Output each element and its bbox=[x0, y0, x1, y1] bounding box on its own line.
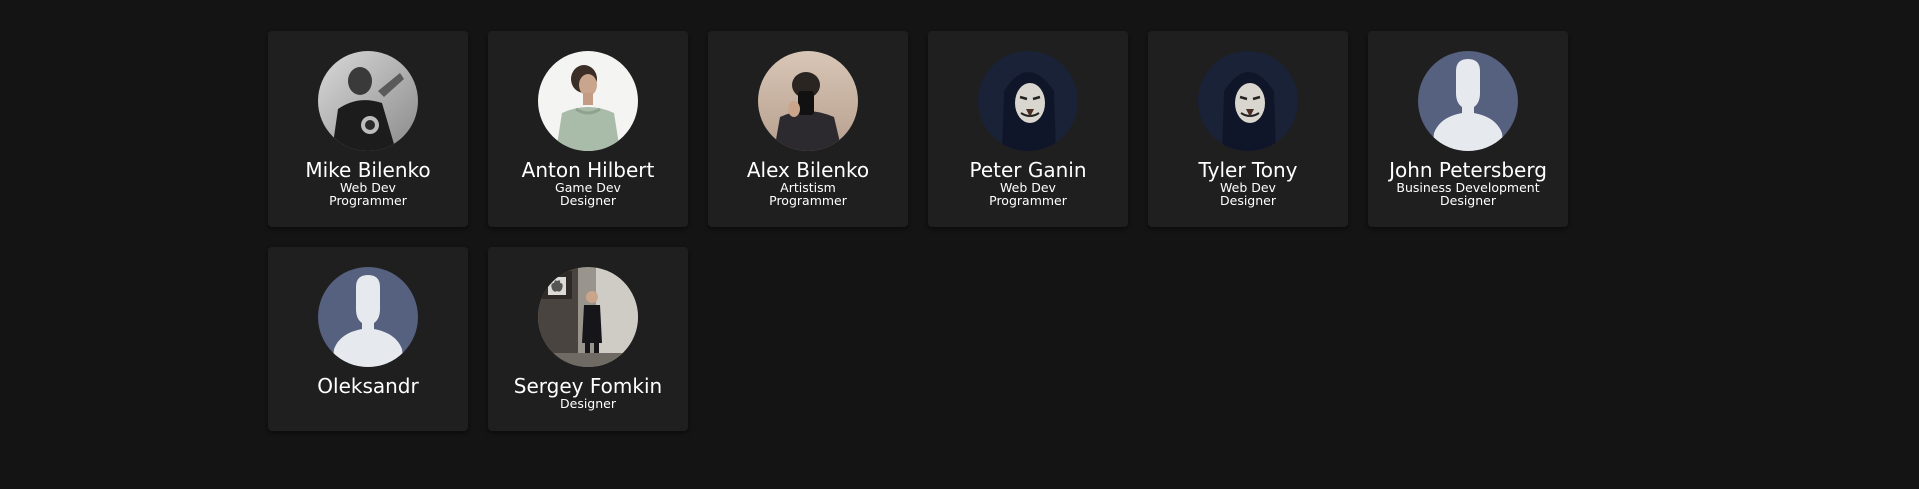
anonymous-mask-icon bbox=[978, 51, 1078, 151]
default-user-icon bbox=[318, 267, 418, 367]
member-name: Peter Ganin bbox=[969, 158, 1087, 182]
avatar bbox=[1418, 51, 1518, 151]
team-card-anton-hilbert[interactable]: Anton Hilbert Game Dev Designer bbox=[488, 31, 688, 227]
team-card-tyler-tony[interactable]: Tyler Tony Web Dev Designer bbox=[1148, 31, 1348, 227]
team-card-alex-bilenko[interactable]: Alex Bilenko Artistism Programmer bbox=[708, 31, 908, 227]
avatar bbox=[538, 51, 638, 151]
member-name: Tyler Tony bbox=[1198, 158, 1298, 182]
team-card-sergey-fomkin[interactable]: Sergey Fomkin Designer bbox=[488, 247, 688, 431]
avatar bbox=[538, 267, 638, 367]
photo-man-near-apple-store-icon bbox=[538, 267, 638, 367]
team-card-peter-ganin[interactable]: Peter Ganin Web Dev Programmer bbox=[928, 31, 1128, 227]
avatar bbox=[978, 51, 1078, 151]
anonymous-mask-icon bbox=[1198, 51, 1298, 151]
team-grid: Mike Bilenko Web Dev Programmer Anton Hi… bbox=[268, 31, 1588, 443]
member-name: John Petersberg bbox=[1389, 158, 1547, 182]
member-role: Programmer bbox=[989, 193, 1067, 208]
member-name: Oleksandr bbox=[317, 374, 419, 398]
avatar bbox=[318, 267, 418, 367]
photo-man-looking-up-icon bbox=[538, 51, 638, 151]
member-name: Mike Bilenko bbox=[305, 158, 431, 182]
member-name: Sergey Fomkin bbox=[513, 374, 663, 398]
member-role: Programmer bbox=[769, 193, 847, 208]
member-role: Programmer bbox=[329, 193, 407, 208]
avatar bbox=[1198, 51, 1298, 151]
avatar bbox=[318, 51, 418, 151]
team-card-mike-bilenko[interactable]: Mike Bilenko Web Dev Programmer bbox=[268, 31, 468, 227]
member-role: Designer bbox=[560, 193, 616, 208]
member-role: Designer bbox=[560, 396, 616, 411]
member-name: Anton Hilbert bbox=[521, 158, 655, 182]
team-card-john-petersberg[interactable]: John Petersberg Business Development Des… bbox=[1368, 31, 1568, 227]
team-card-oleksandr[interactable]: Oleksandr bbox=[268, 247, 468, 431]
photo-man-in-black-tshirt-icon bbox=[318, 51, 418, 151]
default-user-icon bbox=[1418, 51, 1518, 151]
member-role: Designer bbox=[1440, 193, 1496, 208]
photo-mirror-selfie-icon bbox=[758, 51, 858, 151]
member-role: Designer bbox=[1220, 193, 1276, 208]
member-name: Alex Bilenko bbox=[746, 158, 870, 182]
avatar bbox=[758, 51, 858, 151]
